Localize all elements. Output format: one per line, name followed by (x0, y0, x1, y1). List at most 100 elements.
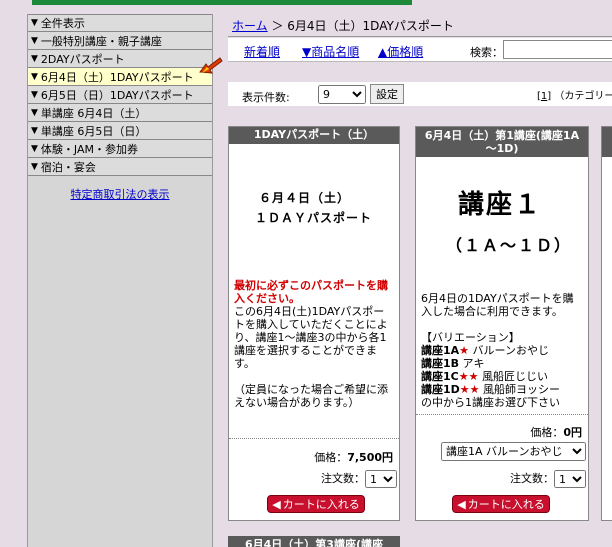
triangle-down-icon: ▼ (31, 89, 38, 100)
triangle-down-icon: ▼ (31, 71, 38, 82)
variation-name: 風船匠じじい (481, 370, 548, 383)
variation-item: 講座1B アキ (421, 357, 583, 370)
description-warning: 最初に必ずこのパスポートを購入ください。 (234, 279, 388, 305)
search-input[interactable] (503, 40, 612, 59)
star-icon: ★★ (458, 370, 479, 383)
sidebar-item-label: 全件表示 (40, 17, 85, 30)
variation-name: バルーンおやじ (472, 344, 549, 357)
sidebar-item-single-0604[interactable]: ▼ 単講座 6月4日（土） (28, 104, 212, 122)
price-label: 価格： (314, 451, 348, 464)
price-label: 価格： (530, 426, 564, 439)
quantity-row: 注文数： 1 (321, 470, 397, 488)
variation-select[interactable]: 講座1A バルーンおやじ (441, 442, 586, 461)
triangle-down-icon: ▼ (31, 18, 38, 28)
sidebar-item-0605-1day[interactable]: ▼ 6月5日（日）1DAYパスポート (28, 86, 212, 104)
sidebar-item-single-0605[interactable]: ▼ 単講座 6月5日（日） (28, 122, 212, 140)
breadcrumb-current: 6月4日（土）1DAYパスポート (287, 19, 454, 33)
description-text: この6月4日(土)1DAYパスポートを購入していただくことにより、講座1～講座3… (234, 305, 388, 370)
page-indicator: [1] （カテゴリー内の (537, 87, 612, 102)
banner-strip (32, 0, 412, 5)
display-count-bar: 表示件数: 9 設定 [1] （カテゴリー内の (228, 82, 612, 106)
product-card: 1DAYパスポート（土） ６月４日（土） １ＤＡＹパスポート 最初に必ずこのパス… (228, 126, 400, 521)
product-card-partial (601, 126, 612, 521)
top-banner (0, 0, 612, 8)
triangle-down-icon: ▼ (31, 53, 38, 64)
tokutei-link[interactable]: 特定商取引法の表示 (71, 188, 170, 201)
product-description: 6月4日の1DAYパスポートを購入した場合に利用できます。 【バリエーション】 … (416, 292, 588, 409)
add-to-cart-button[interactable]: ◀ カートに入れる (452, 495, 550, 513)
sidebar-item-label: 2DAYパスポート (40, 52, 125, 66)
breadcrumb-home-link[interactable]: ホーム (232, 19, 268, 33)
sort-name-link[interactable]: ▼商品名順 (302, 43, 359, 60)
sort-newest-link[interactable]: 新着順 (244, 43, 280, 60)
cart-icon: ◀ (457, 498, 466, 511)
product-description: 最初に必ずこのパスポートを購入ください。 この6月4日(土)1DAYパスポートを… (229, 279, 399, 409)
search-label: 検索： (470, 46, 503, 59)
variation-item: 講座1C★★ 風船匠じじい (421, 370, 583, 383)
variation-name: アキ (462, 357, 485, 370)
page-number-link[interactable]: 1 (541, 91, 547, 102)
category-sidebar: ▼ 全件表示 ▼ 一般特別講座・親子講座 ▼ 2DAYパスポート ▼ 6月4日（土）1D… (27, 14, 213, 547)
variation-name: 風船師ヨッシー (483, 383, 561, 396)
variation-title: 【バリエーション】 (421, 331, 520, 344)
display-count-select[interactable]: 9 (318, 85, 366, 104)
product-image[interactable]: 講座１ （１Ａ～１Ｄ） (416, 167, 588, 267)
cart-button-label: カートに入れる (467, 498, 545, 511)
product-image-line1: ６月４日（土） (259, 191, 351, 205)
price-row: 価格：0円 (530, 424, 582, 440)
sidebar-item-experience[interactable]: ▼ 体験・JAM・参加券 (28, 140, 212, 158)
variation-code: 講座1A (421, 344, 460, 357)
quantity-select[interactable]: 1 (365, 470, 397, 488)
quantity-select[interactable]: 1 (554, 470, 586, 488)
sidebar-item-label: 体験・JAM・参加券 (40, 142, 138, 156)
product-image[interactable]: ６月４日（土） １ＤＡＹパスポート (229, 167, 399, 267)
cart-button-label: カートに入れる (282, 498, 360, 511)
quantity-label: 注文数： (321, 472, 365, 485)
triangle-down-icon: ▼ (31, 35, 38, 46)
add-to-cart-button[interactable]: ◀ カートに入れる (267, 495, 365, 513)
display-count-label: 表示件数: (242, 91, 290, 104)
star-icon: ★★ (459, 383, 480, 396)
card-divider (229, 438, 399, 439)
breadcrumb-separator: ＞ (267, 19, 288, 33)
sidebar-item-label: 6月4日（土）1DAYパスポート (40, 70, 194, 84)
cart-icon: ◀ (272, 498, 281, 511)
sidebar-item-all[interactable]: ▼ 全件表示 (28, 14, 212, 32)
page-indicator-text: （カテゴリー内の (554, 91, 612, 102)
set-button[interactable]: 設定 (370, 84, 404, 104)
triangle-down-icon: ▼ (31, 107, 38, 118)
sidebar-item-0604-1day[interactable]: ▼ 6月4日（土）1DAYパスポート (28, 68, 212, 86)
product-image-line1: 講座１ (458, 190, 543, 220)
variation-code: 講座1B (421, 357, 460, 370)
quantity-row: 注文数： 1 (510, 470, 586, 488)
sidebar-item-label: 6月5日（日）1DAYパスポート (40, 88, 194, 102)
product-title: 1DAYパスポート（土） (229, 127, 399, 144)
product-image-line2: １ＤＡＹパスポート (255, 211, 373, 225)
sort-bar: 新着順 ▼商品名順 ▲価格順 検索： (228, 38, 612, 62)
variation-item: 講座1A★ バルーンおやじ (421, 344, 583, 357)
star-icon: ★ (459, 344, 470, 357)
card-divider (416, 414, 588, 415)
quantity-label: 注文数： (510, 472, 554, 485)
variation-item: 講座1D★★ 風船師ヨッシー (421, 383, 583, 396)
variation-code: 講座1C (421, 370, 459, 383)
price-value: 7,500円 (347, 451, 393, 464)
product-title (602, 127, 612, 157)
arrow-pointer-icon (199, 57, 223, 74)
variation-tail: の中から1講座お選び下さい (421, 396, 560, 409)
sidebar-item-2day-passport[interactable]: ▼ 2DAYパスポート (28, 50, 212, 68)
product-card: 6月4日（土）第1講座(講座1A～1D) 講座１ （１Ａ～１Ｄ） 6月4日の1D… (415, 126, 589, 521)
variation-code: 講座1D (421, 383, 460, 396)
tokutei-container: 特定商取引法の表示 (28, 186, 212, 202)
sidebar-item-lodging[interactable]: ▼ 宿泊・宴会 (28, 158, 212, 176)
triangle-down-icon: ▼ (31, 125, 38, 136)
sidebar-item-general-course[interactable]: ▼ 一般特別講座・親子講座 (28, 32, 212, 50)
sidebar-item-label: 一般特別講座・親子講座 (40, 34, 162, 48)
breadcrumb: ホーム ＞ 6月4日（土）1DAYパスポート (232, 17, 454, 34)
sidebar-item-label: 宿泊・宴会 (40, 160, 96, 174)
sort-price-link[interactable]: ▲価格順 (378, 43, 423, 60)
sidebar-item-label: 単講座 6月4日（土） (40, 106, 147, 120)
product-card-next: 6月4日（土）第3講座(講座 (228, 536, 400, 547)
triangle-down-icon: ▼ (31, 143, 38, 154)
description-text: 6月4日の1DAYパスポートを購入した場合に利用できます。 (421, 292, 574, 318)
